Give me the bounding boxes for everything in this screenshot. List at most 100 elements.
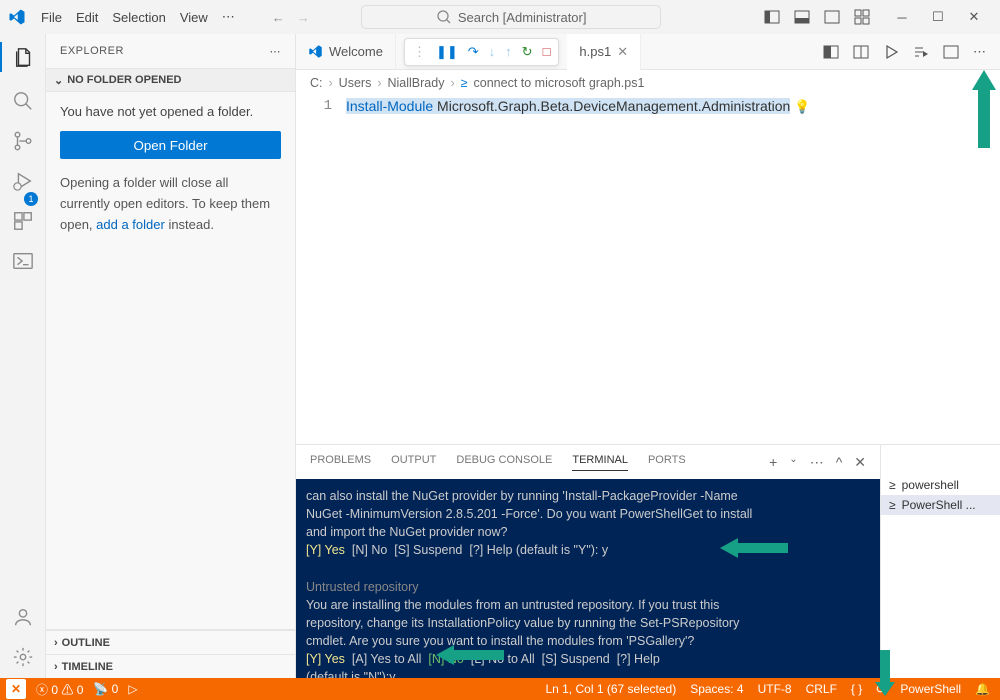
- activity-search[interactable]: [12, 90, 34, 112]
- status-encoding[interactable]: UTF-8: [758, 682, 792, 696]
- nav-arrows: ← →: [272, 10, 310, 25]
- panel-tab-ports[interactable]: PORTS: [648, 454, 686, 470]
- activity-debug[interactable]: [12, 170, 34, 192]
- panel-tab-terminal[interactable]: TERMINAL: [572, 454, 628, 471]
- status-bar: ✕ ⓧ 0 ⚠ 0 📡 0 ▷ Ln 1, Col 1 (67 selected…: [0, 678, 1000, 700]
- menu-file[interactable]: File: [34, 0, 69, 34]
- lightbulb-icon[interactable]: 💡: [794, 99, 810, 114]
- activity-account[interactable]: [12, 606, 34, 628]
- sidebar-more-icon[interactable]: ⋯: [270, 45, 282, 58]
- tab-strip: Welcome ⋮ ❚❚ ↷ ↓ ↑ ↻ □ h.ps1 ✕ ⋯: [296, 34, 1000, 70]
- annotation-arrow: [964, 68, 1000, 158]
- editor-area: Welcome ⋮ ❚❚ ↷ ↓ ↑ ↻ □ h.ps1 ✕ ⋯: [296, 34, 1000, 678]
- close-button[interactable]: ✕: [956, 0, 992, 34]
- split-icon[interactable]: [853, 44, 869, 60]
- menu-more[interactable]: ⋯: [215, 0, 242, 34]
- section-no-folder[interactable]: ⌄ NO FOLDER OPENED: [46, 68, 295, 92]
- debug-toolbar: ⋮ ❚❚ ↷ ↓ ↑ ↻ □: [404, 38, 559, 66]
- layout-customize-icon[interactable]: [854, 9, 870, 25]
- more-actions-icon[interactable]: ⋯: [973, 44, 986, 60]
- breadcrumb[interactable]: C:› Users› NiallBrady› ≥ connect to micr…: [296, 70, 1000, 96]
- add-folder-link[interactable]: add a folder: [96, 217, 165, 232]
- status-eol[interactable]: CRLF: [806, 682, 837, 696]
- close-panel-icon[interactable]: ✕: [854, 454, 866, 471]
- search-placeholder: Search [Administrator]: [458, 10, 587, 25]
- close-tab-icon[interactable]: ✕: [617, 44, 628, 60]
- annotation-arrow: [720, 535, 790, 561]
- section-timeline[interactable]: ›TIMELINE: [46, 654, 295, 678]
- annotation-arrow: [870, 648, 900, 698]
- step-into-icon[interactable]: ↓: [489, 44, 496, 59]
- terminal-item-2[interactable]: ≥PowerShell ...: [881, 495, 1000, 515]
- search-box[interactable]: Search [Administrator]: [361, 5, 661, 29]
- terminal[interactable]: can also install the NuGet provider by r…: [296, 479, 880, 678]
- activity-bar: 1: [0, 34, 46, 678]
- nav-back-icon[interactable]: ←: [272, 10, 285, 25]
- chevron-right-icon: ›: [54, 661, 58, 673]
- menu-view[interactable]: View: [173, 0, 215, 34]
- annotation-arrow: [436, 642, 506, 668]
- chevron-right-icon: ›: [54, 637, 58, 649]
- no-folder-message: You have not yet opened a folder.: [60, 104, 281, 119]
- search-icon: [436, 9, 452, 25]
- ps-icon: ≥: [889, 498, 896, 512]
- activity-powershell[interactable]: [12, 250, 34, 272]
- status-bell-icon[interactable]: 🔔: [975, 682, 990, 696]
- step-over-icon[interactable]: ↷: [468, 44, 479, 60]
- status-debug-icon[interactable]: ▷: [128, 682, 137, 696]
- layout-right-icon[interactable]: [824, 9, 840, 25]
- activity-settings[interactable]: [12, 646, 34, 668]
- drag-handle-icon[interactable]: ⋮: [413, 44, 426, 60]
- ps-icon: ≥: [461, 76, 468, 90]
- diff-icon[interactable]: [823, 44, 839, 60]
- status-braces[interactable]: { }: [851, 682, 862, 696]
- sidebar-title: EXPLORER: [60, 45, 124, 57]
- status-spaces[interactable]: Spaces: 4: [690, 682, 743, 696]
- restart-icon[interactable]: ↻: [522, 44, 533, 60]
- code-editor[interactable]: 1 Install-Module Microsoft.Graph.Beta.De…: [296, 96, 1000, 444]
- tab-file[interactable]: h.ps1 ✕: [567, 34, 641, 70]
- maximize-button[interactable]: ☐: [920, 0, 956, 34]
- stop-icon[interactable]: □: [543, 44, 551, 59]
- vscode-logo: [0, 8, 34, 26]
- status-radio[interactable]: 📡 0: [93, 682, 118, 696]
- maximize-panel-icon[interactable]: ^: [836, 454, 843, 471]
- minimize-button[interactable]: ─: [884, 0, 920, 34]
- section-outline[interactable]: ›OUTLINE: [46, 630, 295, 654]
- activity-extensions[interactable]: [12, 210, 34, 232]
- nav-forward-icon[interactable]: →: [297, 10, 310, 25]
- open-folder-button[interactable]: Open Folder: [60, 131, 281, 159]
- pause-icon[interactable]: ❚❚: [436, 44, 458, 60]
- chevron-down-icon: ⌄: [54, 74, 63, 87]
- bottom-panel: PROBLEMS OUTPUT DEBUG CONSOLE TERMINAL P…: [296, 444, 1000, 678]
- title-bar: File Edit Selection View ⋯ ← → Search [A…: [0, 0, 1000, 34]
- folder-hint: Opening a folder will close all currentl…: [60, 173, 281, 235]
- panel-more-icon[interactable]: ⋯: [810, 454, 824, 471]
- panel-tab-debug[interactable]: DEBUG CONSOLE: [456, 454, 552, 470]
- sidebar: EXPLORER ⋯ ⌄ NO FOLDER OPENED You have n…: [46, 34, 296, 678]
- status-errors[interactable]: ⓧ 0 ⚠ 0: [36, 681, 83, 698]
- run-selection-icon[interactable]: [913, 44, 929, 60]
- activity-scm[interactable]: [12, 130, 34, 152]
- layout-bottom-icon[interactable]: [794, 9, 810, 25]
- badge: 1: [24, 192, 38, 206]
- panel-tab-output[interactable]: OUTPUT: [391, 454, 436, 470]
- status-language[interactable]: PowerShell: [900, 682, 961, 696]
- remote-button[interactable]: ✕: [6, 679, 26, 699]
- terminal-list: ≥powershell ≥PowerShell ...: [880, 445, 1000, 678]
- activity-explorer[interactable]: [0, 42, 45, 72]
- layout-left-icon[interactable]: [764, 9, 780, 25]
- status-cursor[interactable]: Ln 1, Col 1 (67 selected): [545, 682, 676, 696]
- menu-edit[interactable]: Edit: [69, 0, 105, 34]
- run-icon[interactable]: [883, 44, 899, 60]
- menu-bar: File Edit Selection View ⋯: [34, 0, 242, 34]
- layout-icon[interactable]: [943, 44, 959, 60]
- ps-icon: ≥: [889, 478, 896, 492]
- terminal-item-1[interactable]: ≥powershell: [881, 475, 1000, 495]
- new-terminal-icon[interactable]: +: [769, 454, 777, 471]
- tab-welcome[interactable]: Welcome: [296, 34, 396, 70]
- panel-tab-problems[interactable]: PROBLEMS: [310, 454, 371, 470]
- step-out-icon[interactable]: ↑: [505, 44, 512, 59]
- menu-selection[interactable]: Selection: [105, 0, 172, 34]
- terminal-dropdown-icon[interactable]: ⌄: [789, 454, 797, 471]
